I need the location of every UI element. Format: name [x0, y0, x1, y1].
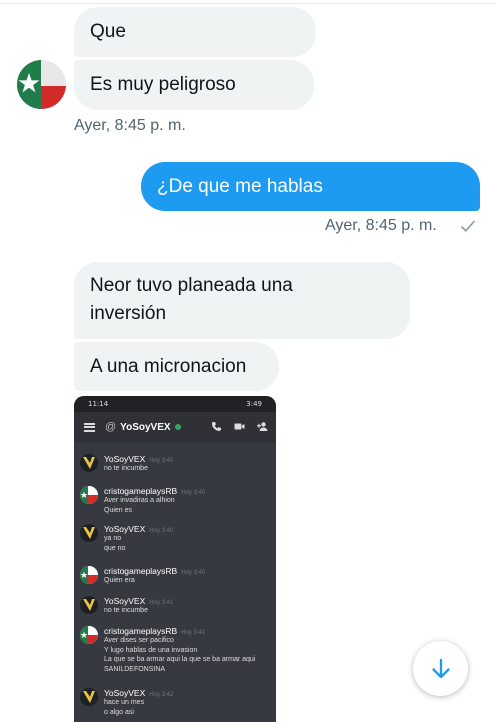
- video-icon: [234, 423, 245, 430]
- timestamp: Ayer, 8:45 p. m.: [74, 117, 186, 134]
- username-text: YoSoyVEX: [104, 596, 146, 606]
- image-attachment[interactable]: 11:14 3:49 @ YoSoyVEX YoSoyVEX Hoy 3:40 no…: [74, 396, 276, 722]
- received-message[interactable]: A una micronacion: [74, 342, 279, 391]
- message-time: Hoy 3:42: [149, 692, 174, 698]
- scroll-down-button[interactable]: [413, 641, 468, 696]
- sent-message[interactable]: ¿De que me hablas: [141, 162, 480, 211]
- discord-message-line: Y lugo hablas de una invasion: [104, 646, 198, 654]
- checkmark-icon: [460, 220, 476, 232]
- discord-message-line: La que se ba armar aqui la que se ba arm…: [104, 656, 256, 663]
- discord-message-line: ya no: [104, 535, 122, 542]
- username-text: cristogameplaysRB: [104, 626, 178, 636]
- received-message[interactable]: Es muy peligroso: [74, 60, 314, 110]
- yellow-logo-avatar: [80, 688, 98, 706]
- arrow-down-icon: [431, 658, 450, 678]
- username-text: YoSoyVEX: [104, 454, 146, 464]
- timestamp: Ayer, 8:45 p. m.: [325, 217, 437, 234]
- discord-username: YoSoyVEX Hoy 3:41: [104, 596, 274, 606]
- status-time-right: 3:49: [246, 400, 262, 408]
- at-icon: @: [105, 421, 117, 433]
- message-time: Hoy 3:40: [149, 458, 174, 464]
- discord-username: cristogameplaysRB Hoy 3:40: [104, 566, 274, 576]
- discord-message-line: no te incumbe: [104, 465, 148, 472]
- message-time: Hoy 3:41: [181, 630, 206, 636]
- message-text: A una micronacion: [90, 355, 247, 377]
- texas-flag-avatar: [80, 566, 98, 584]
- yellow-logo-avatar: [80, 454, 98, 472]
- username-text: YoSoyVEX: [104, 688, 146, 698]
- discord-username: YoSoyVEX Hoy 3:40: [104, 524, 274, 534]
- discord-message-line: Aver invadiras a alhion: [104, 497, 175, 504]
- message-time: Hoy 3:41: [149, 600, 174, 606]
- message-time: Hoy 3:40: [181, 570, 206, 576]
- discord-message-line: Quien es: [104, 506, 133, 514]
- discord-header: @ YoSoyVEX: [74, 412, 276, 442]
- add-member-icon: [257, 422, 268, 431]
- discord-message-line: que no: [104, 544, 126, 552]
- username-text: YoSoyVEX: [104, 524, 146, 534]
- discord-message-line: o algo asi: [104, 708, 134, 716]
- message-text: Es muy peligroso: [90, 74, 236, 95]
- message-text: Que: [90, 21, 126, 42]
- discord-username: cristogameplaysRB Hoy 3:40: [104, 486, 274, 496]
- texas-flag-avatar: [80, 626, 98, 644]
- yellow-logo-avatar: [80, 524, 98, 542]
- yellow-logo-avatar: [80, 596, 98, 614]
- received-message[interactable]: Que: [74, 7, 316, 57]
- discord-message-line: Aver dises ser pacifico: [104, 637, 174, 644]
- top-divider: [0, 0, 496, 4]
- discord-message-line: hace un mes: [104, 699, 145, 706]
- discord-message-line: no te incumbe: [104, 607, 148, 614]
- texas-flag-avatar: [80, 486, 98, 504]
- received-message[interactable]: Neor tuvo planeada una inversión: [74, 262, 410, 339]
- phone-icon: [212, 422, 221, 431]
- message-time: Hoy 3:40: [149, 528, 174, 534]
- discord-message-line: Quien era: [104, 577, 135, 584]
- menu-icon: [84, 422, 95, 432]
- channel-name: YoSoyVEX: [120, 421, 171, 433]
- message-time: Hoy 3:40: [181, 490, 206, 496]
- message-text: Neor tuvo planeada una inversión: [90, 275, 293, 324]
- phone-status-bar: 11:14 3:49: [74, 396, 276, 412]
- discord-username: YoSoyVEX Hoy 3:42: [104, 688, 274, 698]
- status-time-left: 11:14: [88, 400, 109, 408]
- username-text: cristogameplaysRB: [104, 566, 178, 576]
- discord-username: YoSoyVEX Hoy 3:40: [104, 454, 274, 464]
- discord-username: cristogameplaysRB Hoy 3:41: [104, 626, 274, 636]
- message-text: ¿De que me hablas: [157, 175, 323, 197]
- online-status-icon: [174, 424, 181, 430]
- discord-message-line: SANILDEFONSINA: [104, 665, 166, 673]
- texas-flag-avatar[interactable]: [17, 60, 66, 109]
- username-text: cristogameplaysRB: [104, 486, 178, 496]
